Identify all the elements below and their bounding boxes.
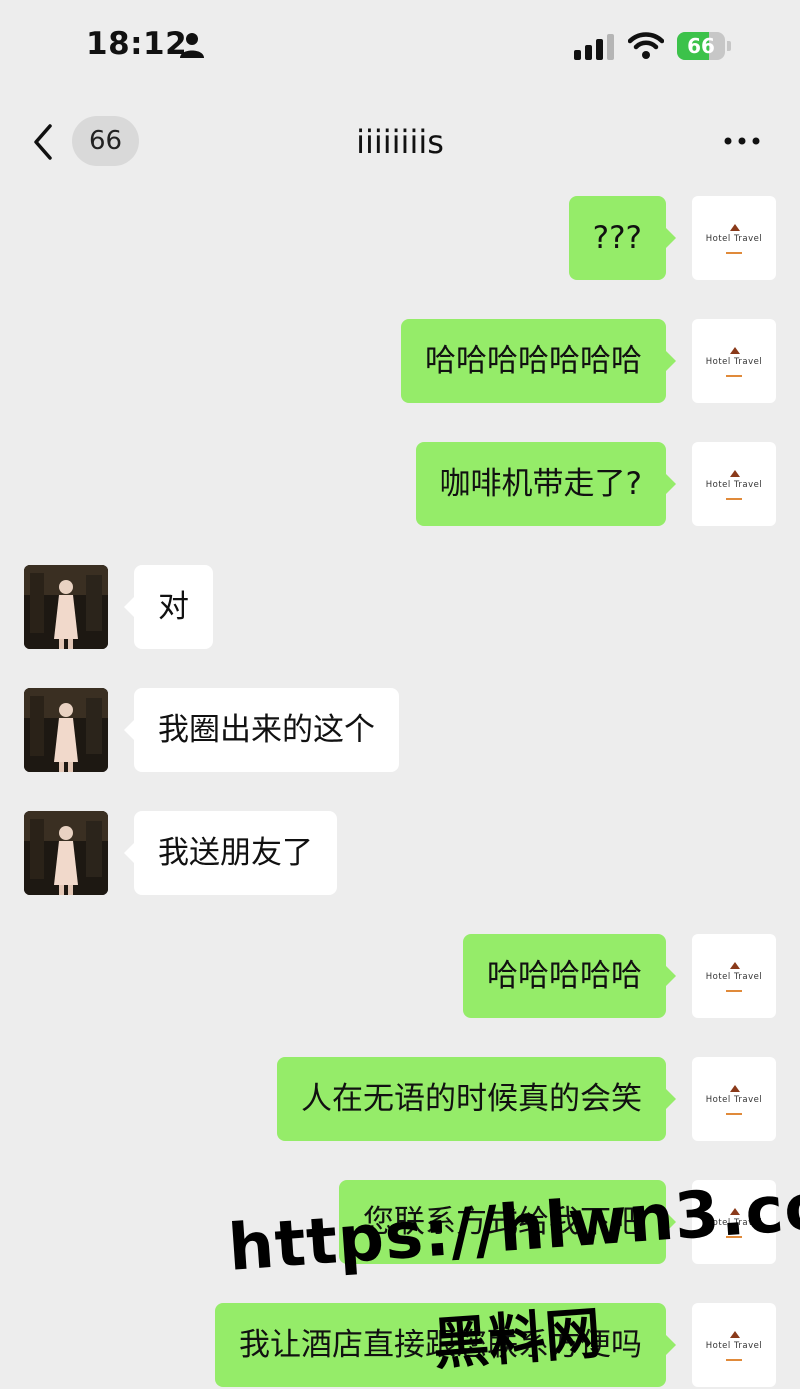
- incoming-message-bubble[interactable]: 对: [124, 565, 213, 649]
- incoming-message-bubble[interactable]: 我送朋友了: [124, 811, 337, 895]
- battery-indicator: 66: [677, 32, 733, 60]
- message-row: Hotel Travel 咖啡机带走了?: [0, 442, 800, 528]
- contact-avatar[interactable]: [24, 565, 108, 649]
- status-time: 18:12: [86, 26, 188, 62]
- my-avatar[interactable]: Hotel Travel: [692, 1057, 776, 1141]
- watermark-site-name: 黑料网: [430, 1301, 604, 1378]
- my-avatar[interactable]: Hotel Travel: [692, 319, 776, 403]
- avatar-logo-text: Hotel Travel: [705, 1095, 763, 1105]
- chat-header: 66 iiiiiiiis: [0, 100, 800, 184]
- message-row: Hotel Travel???: [0, 196, 800, 282]
- cellular-signal-icon: [574, 34, 614, 60]
- person-icon: [180, 33, 204, 58]
- message-row: Hotel Travel 我让酒店直接跟您联系方便吗: [0, 1303, 800, 1389]
- message-row: Hotel Travel 哈哈哈哈哈: [0, 934, 800, 1020]
- message-row: 我圈出来的这个: [0, 688, 800, 774]
- avatar-logo-text: Hotel Travel: [705, 1341, 763, 1351]
- contact-avatar[interactable]: [24, 811, 108, 895]
- contact-avatar[interactable]: [24, 688, 108, 772]
- my-avatar[interactable]: Hotel Travel: [692, 196, 776, 280]
- avatar-logo-text: Hotel Travel: [705, 480, 763, 490]
- outgoing-message-bubble[interactable]: 哈哈哈哈哈: [463, 934, 676, 1018]
- incoming-message-bubble[interactable]: 我圈出来的这个: [124, 688, 399, 772]
- back-chevron-icon[interactable]: [28, 122, 60, 162]
- message-row: 对: [0, 565, 800, 651]
- message-row: 我送朋友了: [0, 811, 800, 897]
- outgoing-message-bubble[interactable]: 人在无语的时候真的会笑: [277, 1057, 676, 1141]
- my-avatar[interactable]: Hotel Travel: [692, 1303, 776, 1387]
- my-avatar[interactable]: Hotel Travel: [692, 934, 776, 1018]
- message-row: Hotel Travel 人在无语的时候真的会笑: [0, 1057, 800, 1143]
- avatar-logo-text: Hotel Travel: [705, 357, 763, 367]
- battery-level: 66: [687, 34, 715, 58]
- unread-count-badge[interactable]: 66: [72, 116, 139, 166]
- outgoing-message-bubble[interactable]: 咖啡机带走了?: [415, 442, 677, 526]
- my-avatar[interactable]: Hotel Travel: [692, 442, 776, 526]
- outgoing-message-bubble[interactable]: 哈哈哈哈哈哈哈: [401, 319, 676, 403]
- message-row: Hotel Travel 哈哈哈哈哈哈哈: [0, 319, 800, 405]
- wifi-icon: [628, 32, 664, 59]
- avatar-logo-text: Hotel Travel: [705, 972, 763, 982]
- more-options-icon[interactable]: [720, 126, 764, 156]
- chat-title: iiiiiiiis: [356, 123, 444, 161]
- status-bar: 18:12 66: [0, 0, 800, 95]
- outgoing-message-bubble[interactable]: ???: [568, 196, 677, 280]
- avatar-logo-text: Hotel Travel: [705, 234, 763, 244]
